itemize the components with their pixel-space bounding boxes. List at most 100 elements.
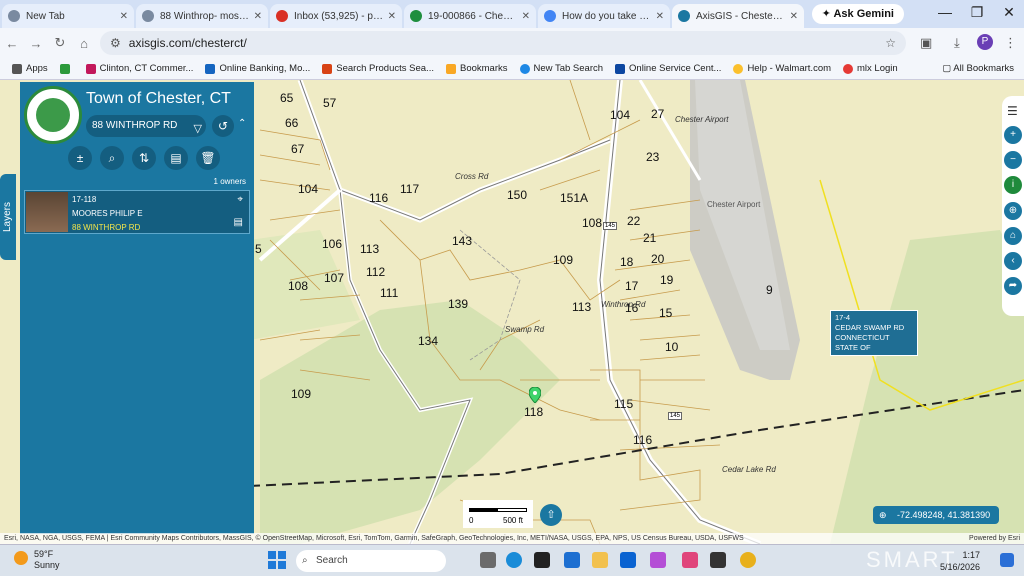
close-icon[interactable]: ✕: [656, 11, 664, 22]
bookmark-item[interactable]: New Tab Search: [519, 63, 603, 74]
parcel-label[interactable]: 108: [582, 216, 602, 230]
windows-start-icon[interactable]: [268, 551, 286, 569]
close-icon[interactable]: ✕: [254, 11, 262, 22]
parcel-label[interactable]: 113: [360, 242, 379, 256]
sort-icon[interactable]: ⇅: [132, 146, 156, 170]
share-icon[interactable]: ➦: [1004, 277, 1022, 295]
parcel-label[interactable]: 139: [448, 297, 468, 311]
home-icon[interactable]: ⌂: [72, 36, 96, 51]
minimize-icon[interactable]: —: [930, 4, 960, 20]
parcel-label[interactable]: 66: [285, 116, 298, 130]
bookmark-apps[interactable]: Apps: [12, 63, 48, 74]
parcel-label[interactable]: 104: [610, 108, 630, 122]
photos-icon[interactable]: [650, 552, 666, 568]
parcel-label[interactable]: 116: [369, 191, 388, 205]
close-icon[interactable]: ✕: [388, 11, 396, 22]
edge-icon[interactable]: [506, 552, 522, 568]
download-icon[interactable]: ⤓: [954, 35, 960, 51]
trash-icon[interactable]: 🗑: [196, 146, 220, 170]
taskbar-search-input[interactable]: ⌕ Search: [296, 550, 446, 572]
location-pin-icon[interactable]: [528, 386, 542, 406]
parcel-label[interactable]: 9: [766, 283, 773, 297]
bookmark-folder[interactable]: Bookmarks: [445, 63, 508, 74]
parcel-label[interactable]: 21: [643, 231, 656, 245]
home-extent-icon[interactable]: ⌂: [1004, 227, 1022, 245]
parcel-label[interactable]: 118: [524, 405, 543, 419]
north-arrow-icon[interactable]: ⇧: [540, 504, 562, 526]
layers-tab[interactable]: Layers: [0, 174, 16, 260]
parcel-label[interactable]: 134: [418, 334, 438, 348]
parcel-label[interactable]: 19: [660, 273, 673, 287]
parcel-label[interactable]: 150: [507, 188, 527, 202]
parcel-label[interactable]: 27: [651, 107, 664, 121]
document-icon[interactable]: ▤: [234, 217, 243, 228]
reload-icon[interactable]: ↻: [48, 35, 72, 51]
bookmark-item[interactable]: Search Products Sea...: [322, 63, 434, 74]
task-view-icon[interactable]: [480, 552, 496, 568]
weather-sun-icon[interactable]: [14, 551, 28, 565]
parcel-label[interactable]: 115: [614, 397, 633, 411]
store-icon[interactable]: [564, 552, 580, 568]
parcel-label[interactable]: 112: [366, 265, 385, 279]
parcel-label[interactable]: 111: [380, 286, 398, 300]
search-icon[interactable]: ⌕: [100, 146, 124, 170]
url-input[interactable]: ⚙ axisgis.com/chesterct/ ☆: [100, 31, 906, 55]
all-bookmarks-button[interactable]: ▢ All Bookmarks: [942, 63, 1014, 74]
back-icon[interactable]: ←: [0, 36, 24, 51]
bookmark-item[interactable]: Online Service Cent...: [615, 63, 721, 74]
report-icon[interactable]: ▤: [164, 146, 188, 170]
parcel-label[interactable]: 109: [553, 253, 573, 267]
zoom-select-icon[interactable]: ±: [68, 146, 92, 170]
bookmark-star-icon[interactable]: ☆: [885, 36, 896, 50]
reset-search-icon[interactable]: ↺: [212, 115, 234, 137]
zoom-out-icon[interactable]: −: [1004, 151, 1022, 169]
parcel-label[interactable]: 117: [400, 182, 419, 196]
zoom-in-icon[interactable]: +: [1004, 126, 1022, 144]
parcel-label[interactable]: 67: [291, 142, 304, 156]
browser-tab[interactable]: Inbox (53,925) - pdwal ✕: [270, 4, 402, 28]
parcel-label[interactable]: 65: [280, 91, 293, 105]
browser-tab[interactable]: New Tab ✕: [2, 4, 134, 28]
amazon-icon[interactable]: [534, 552, 550, 568]
menu-icon[interactable]: ⋮: [1004, 35, 1017, 51]
collapse-icon[interactable]: ⌃: [238, 118, 246, 129]
bookmark-item[interactable]: Clinton, CT Commer...: [85, 63, 193, 74]
weather-widget[interactable]: 59°F Sunny: [34, 549, 60, 571]
parcel-label[interactable]: 5: [255, 242, 262, 256]
browser-tab[interactable]: 88 Winthrop- most rec ✕: [136, 4, 268, 28]
bookmark-item[interactable]: mlx Login: [843, 63, 898, 74]
back-extent-icon[interactable]: ‹: [1004, 252, 1022, 270]
instagram-icon[interactable]: [682, 552, 698, 568]
parcel-label[interactable]: 108: [288, 279, 308, 293]
filter-icon[interactable]: ▽: [194, 118, 202, 140]
parcel-label[interactable]: 104: [298, 182, 318, 196]
hamburger-icon[interactable]: ☰: [1007, 104, 1018, 118]
site-info-icon[interactable]: ⚙: [110, 36, 121, 50]
property-photo[interactable]: [26, 192, 68, 232]
parcel-label[interactable]: 17: [625, 279, 638, 293]
parcel-label[interactable]: 57: [323, 96, 336, 110]
browser-tab-active[interactable]: AxisGIS - ChesterCT ✕: [672, 4, 804, 28]
parcel-label[interactable]: 107: [324, 271, 344, 285]
bookmark-item[interactable]: [59, 63, 74, 74]
notification-icon[interactable]: [1000, 553, 1014, 567]
bookmark-item[interactable]: Help - Walmart.com: [733, 63, 831, 74]
search-result-item[interactable]: 17-118 MOORES PHILIP E 88 WINTHROP RD ⌖ …: [24, 190, 250, 234]
forward-icon[interactable]: →: [24, 36, 48, 51]
parcel-label[interactable]: 23: [646, 150, 659, 164]
window-close-icon[interactable]: ✕: [994, 4, 1024, 21]
browser-tab[interactable]: How do you take a pic ✕: [538, 4, 670, 28]
map-pin-icon[interactable]: ⌖: [237, 194, 243, 205]
info-icon[interactable]: i: [1004, 176, 1022, 194]
file-explorer-icon[interactable]: [592, 552, 608, 568]
close-icon[interactable]: ✕: [790, 11, 798, 22]
system-clock[interactable]: 1:17 5/16/2026: [940, 549, 980, 573]
bookmark-item[interactable]: Online Banking, Mo...: [205, 63, 310, 74]
chrome-icon[interactable]: [740, 552, 756, 568]
parcel-callout[interactable]: 17-4 CEDAR SWAMP RD CONNECTICUT STATE OF: [830, 310, 918, 356]
parcel-label[interactable]: 18: [620, 255, 633, 269]
parcel-label[interactable]: 116: [633, 433, 652, 447]
address-search-input[interactable]: 88 WINTHROP RD ▽: [86, 115, 206, 137]
close-icon[interactable]: ✕: [120, 11, 128, 22]
parcel-label[interactable]: 143: [452, 234, 472, 248]
